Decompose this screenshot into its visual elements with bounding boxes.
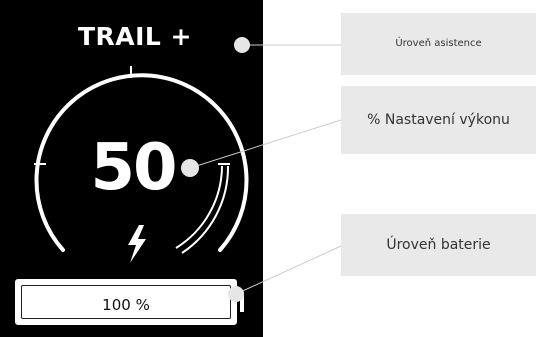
callout-power-setting: % Nastavení výkonu: [341, 86, 536, 154]
callout-dot-battery: [228, 286, 244, 302]
callout-battery-level: Úroveň baterie: [341, 214, 536, 276]
callout-dot-assist: [234, 37, 250, 53]
leader-line-power: [189, 119, 342, 169]
leader-line-battery: [235, 245, 342, 295]
callout-dot-power: [181, 159, 199, 177]
callout-assist-level: Úroveň asistence: [341, 13, 536, 75]
